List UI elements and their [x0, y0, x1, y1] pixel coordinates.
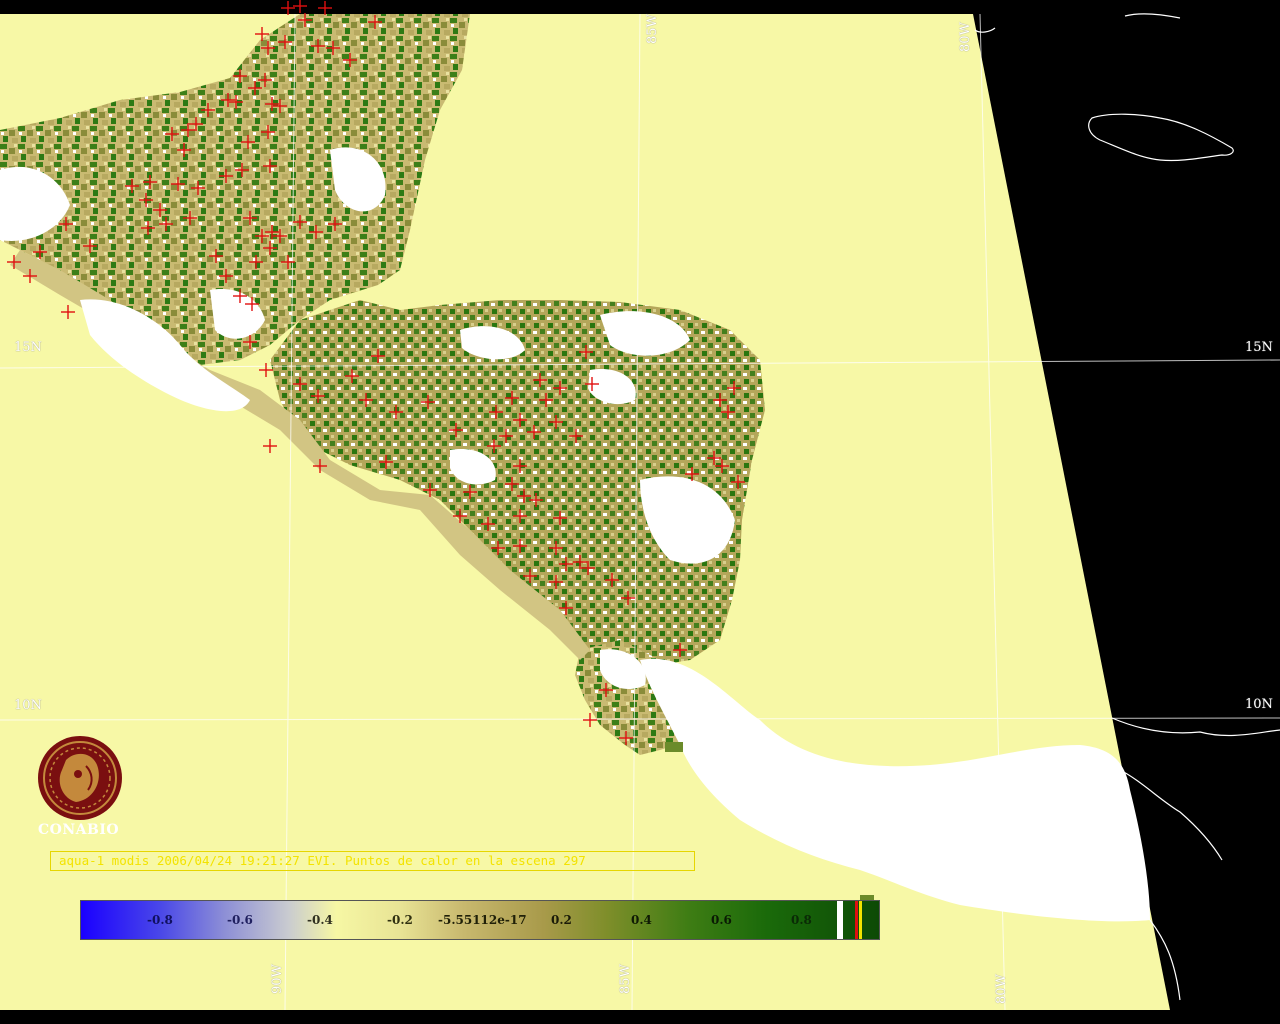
colorbar-water-swatch	[859, 901, 862, 939]
colorbar-hotspot-swatch	[855, 901, 858, 939]
label-lat-10n-right: 10N	[1245, 697, 1273, 712]
label-lat-15n-right: 15N	[1245, 340, 1273, 355]
label-lon-80w-bottom: 80W	[994, 974, 1009, 1004]
colorbar-tick: 0.8	[791, 913, 812, 927]
scene-info-banner: aqua-1 modis 2006/04/24 19:21:27 EVI. Pu…	[50, 851, 695, 871]
colorbar-tick: -0.4	[307, 913, 333, 927]
colorbar-tick: -0.2	[387, 913, 413, 927]
conabio-logo	[38, 736, 122, 820]
label-lon-85w-bottom: 85W	[618, 964, 633, 994]
colorbar-tick: -0.8	[147, 913, 173, 927]
label-lon-80w-top: 80W	[958, 22, 973, 52]
label-lat-10n-left: 10N	[14, 698, 42, 713]
colorbar-tick: 0.2	[551, 913, 572, 927]
conabio-logo-text: CONABIO	[38, 822, 120, 838]
label-lon-85w-top: 85W	[645, 14, 660, 44]
colorbar-tick: -5.55112e-17	[438, 913, 527, 927]
colorbar-tick: 0.6	[711, 913, 732, 927]
colorbar-cloud-swatch	[837, 901, 843, 939]
label-lat-15n-left: 15N	[14, 340, 42, 355]
colorbar-tick: 0.4	[631, 913, 652, 927]
evi-colorbar: -0.8 -0.6 -0.4 -0.2 -5.55112e-17 0.2 0.4…	[80, 900, 880, 940]
label-lon-90w-bottom: 90W	[270, 964, 285, 994]
colorbar-tick: -0.6	[227, 913, 253, 927]
